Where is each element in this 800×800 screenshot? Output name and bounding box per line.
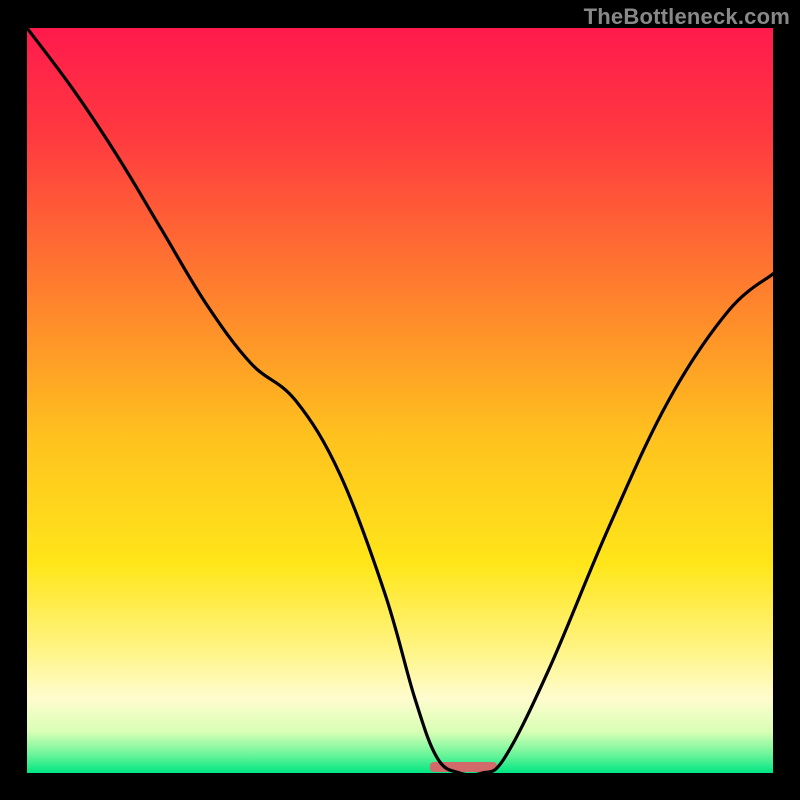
chart-frame: TheBottleneck.com <box>0 0 800 800</box>
bottleneck-plot <box>27 28 773 773</box>
watermark-text: TheBottleneck.com <box>584 4 790 30</box>
gradient-background <box>27 28 773 773</box>
